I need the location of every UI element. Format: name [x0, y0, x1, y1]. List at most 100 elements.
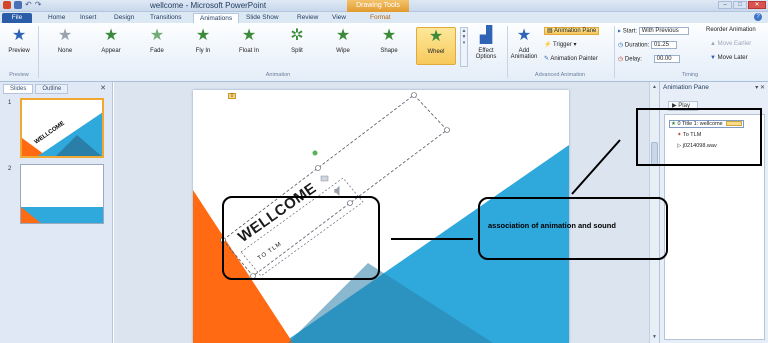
slide-number: 2 — [8, 166, 12, 172]
powerpoint-icon[interactable] — [3, 1, 11, 9]
tab-home[interactable]: Home — [42, 13, 71, 23]
slide-thumbnail-2[interactable] — [20, 164, 104, 224]
gallery-scroll[interactable]: ▲ ▼ ▾ — [460, 27, 468, 67]
maximize-button[interactable]: □ — [733, 1, 747, 9]
move-earlier-icon: ▲ — [710, 41, 716, 47]
animation-pane-label: Animation Pane — [554, 28, 597, 34]
move-later-button[interactable]: ▼ Move Later — [710, 55, 748, 61]
highlight-box-title — [222, 196, 380, 280]
undo-icon[interactable]: ↶ — [25, 1, 32, 9]
title-bar: ↶ ↷ wellcome - Microsoft PowerPoint Draw… — [0, 0, 768, 12]
sound-anim-tag — [320, 175, 329, 182]
preview-group-label: Preview — [9, 72, 29, 78]
tab-animations[interactable]: Animations — [193, 13, 240, 23]
move-earlier-button[interactable]: ▲ Move Earlier — [710, 41, 751, 47]
move-later-label: Move Later — [717, 55, 748, 61]
close-button[interactable]: ✕ — [748, 1, 766, 9]
effect-fade[interactable]: ★ Fade — [140, 27, 174, 54]
star-wheel-icon: ★ — [428, 28, 444, 45]
tab-design[interactable]: Design — [108, 13, 140, 23]
start-label: Start: — [622, 28, 638, 35]
effect-options-icon: ▟ — [479, 27, 493, 44]
effect-shape[interactable]: ★ Shape — [372, 27, 406, 54]
delay-label: Delay: — [624, 56, 642, 63]
start-icon: ▸ — [618, 28, 622, 35]
slides-panel: Slides Outline ✕ 1 WELLCOME 2 — [0, 82, 113, 343]
slides-panel-tabs: Slides Outline — [3, 84, 69, 94]
star-none-icon: ★ — [57, 27, 73, 44]
drawing-tools-header: Drawing Tools — [347, 0, 409, 12]
animation-painter-icon: ✎ — [544, 56, 550, 62]
animation-pane-button[interactable]: ▤ Animation Pane — [544, 27, 600, 35]
animation-order-tag[interactable]: 0 — [228, 93, 236, 99]
effect-float-in-label: Float In — [238, 48, 259, 54]
effect-float-in[interactable]: ★ Float In — [232, 27, 266, 54]
effect-wheel-label: Wheel — [427, 49, 445, 55]
tab-format[interactable]: Format — [364, 13, 397, 23]
duration-spinner[interactable]: 01.25 — [650, 41, 677, 49]
timing-group-label: Timing — [681, 72, 699, 78]
effect-fly-in[interactable]: ★ Fly In — [186, 27, 220, 54]
minimize-button[interactable]: – — [718, 1, 732, 9]
resize-handle[interactable] — [411, 92, 417, 98]
animation-group-label: Animation — [265, 72, 291, 78]
trigger-button[interactable]: ⚡ Trigger ▾ — [544, 41, 577, 48]
effect-options-button[interactable]: ▟ Effect Options — [470, 27, 502, 60]
delay-icon: ◷ — [618, 56, 624, 63]
tab-slides[interactable]: Slides — [3, 84, 34, 94]
slide-number: 1 — [8, 100, 12, 106]
start-combo[interactable]: With Previous — [638, 27, 689, 35]
duration-control[interactable]: ◷ Duration: 01.25 — [618, 41, 677, 49]
star-fly-in-icon: ★ — [195, 27, 211, 44]
star-appear-icon: ★ — [103, 27, 119, 44]
effect-appear[interactable]: ★ Appear — [94, 27, 128, 54]
preview-label: Preview — [8, 48, 30, 54]
delay-spinner[interactable]: 00.00 — [653, 55, 680, 63]
scroll-down-icon[interactable]: ▼ — [651, 334, 658, 341]
group-separator — [38, 26, 39, 78]
delay-control[interactable]: ◷ Delay: 00.00 — [618, 55, 680, 63]
effect-wheel[interactable]: ★ Wheel — [416, 27, 456, 65]
duration-label: Duration: — [624, 42, 650, 49]
move-later-icon: ▼ — [710, 55, 716, 61]
effect-split[interactable]: ✲ Split — [280, 27, 314, 54]
animation-painter-button[interactable]: ✎ Animation Painter — [544, 55, 598, 62]
rotation-handle[interactable] — [312, 150, 318, 156]
effect-fade-label: Fade — [150, 48, 164, 54]
preview-button[interactable]: ★ Preview — [2, 27, 36, 54]
effect-options-label: Effect Options — [475, 48, 497, 60]
quick-access-toolbar: ↶ ↷ — [3, 1, 41, 9]
tab-review[interactable]: Review — [291, 13, 324, 23]
slide-2-thumbnail-art — [21, 207, 103, 223]
duration-icon: ◷ — [618, 42, 624, 49]
animation-pane-close-icon[interactable]: ▾ ✕ — [755, 84, 765, 91]
tab-insert[interactable]: Insert — [74, 13, 102, 23]
resize-handle[interactable] — [444, 127, 450, 133]
star-shape-icon: ★ — [381, 27, 397, 44]
close-panel-icon[interactable]: ✕ — [100, 84, 106, 92]
help-icon[interactable]: ? — [754, 13, 762, 21]
effect-fly-in-label: Fly In — [195, 48, 211, 54]
reorder-title: Reorder Animation — [706, 27, 756, 33]
highlight-box-animation-pane — [636, 108, 762, 166]
tab-view[interactable]: View — [326, 13, 352, 23]
effect-wipe[interactable]: ★ Wipe — [326, 27, 360, 54]
tab-transitions[interactable]: Transitions — [144, 13, 188, 23]
star-float-in-icon: ★ — [241, 27, 257, 44]
tab-file[interactable]: File — [2, 13, 32, 23]
effect-appear-label: Appear — [101, 48, 121, 54]
tab-outline[interactable]: Outline — [35, 84, 69, 94]
effect-none-label: None — [57, 48, 73, 54]
star-wipe-icon: ★ — [335, 27, 351, 44]
tab-slide-show[interactable]: Slide Show — [240, 13, 285, 23]
star-fade-icon: ★ — [149, 27, 165, 44]
redo-icon[interactable]: ↷ — [35, 1, 42, 9]
add-animation-button[interactable]: ★ Add Animation — [508, 27, 540, 60]
scroll-up-icon[interactable]: ▲ — [651, 84, 658, 91]
move-earlier-label: Move Earlier — [717, 41, 752, 47]
slide-thumbnail-1[interactable]: WELLCOME — [20, 98, 104, 158]
effect-none[interactable]: ★ None — [48, 27, 82, 54]
start-control[interactable]: ▸ Start: With Previous — [618, 27, 689, 35]
resize-handle[interactable] — [315, 165, 321, 171]
save-icon[interactable] — [14, 1, 22, 9]
